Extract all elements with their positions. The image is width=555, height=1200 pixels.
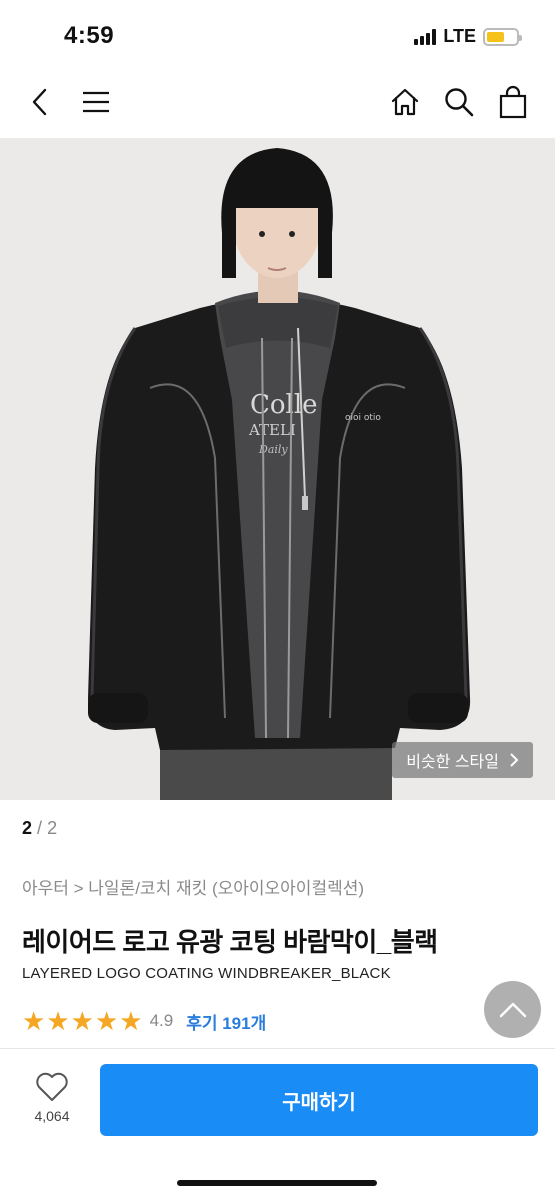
star-icon: ★ bbox=[94, 1006, 119, 1036]
home-indicator bbox=[177, 1180, 377, 1186]
cart-icon[interactable] bbox=[495, 84, 531, 120]
chevron-right-icon bbox=[510, 753, 519, 767]
total-pages: 2 bbox=[47, 818, 58, 838]
product-title: 레이어드 로고 유광 코팅 바람막이_블랙 bbox=[22, 927, 438, 957]
heart-icon bbox=[36, 1072, 68, 1101]
breadcrumb[interactable]: 아우터 > 나일론/코치 재킷 (오아이오아이컬렉션) bbox=[22, 874, 364, 899]
star-icon: ★ bbox=[70, 1006, 94, 1036]
reviews-link[interactable]: 후기 191개 bbox=[186, 1009, 266, 1034]
rating-row: ★ ★ ★ ★ ★ 4.9 후기 191개 bbox=[22, 1008, 266, 1034]
home-icon[interactable] bbox=[387, 84, 423, 120]
image-pager: 2 / 2 bbox=[22, 818, 57, 839]
battery-icon bbox=[483, 27, 522, 46]
svg-text:oioi otio: oioi otio bbox=[345, 413, 381, 423]
chevron-up-icon bbox=[499, 1002, 526, 1017]
similar-style-button[interactable]: 비슷한 스타일 bbox=[392, 742, 533, 778]
current-page: 2 bbox=[22, 818, 33, 838]
status-bar: 4:59 LTE bbox=[0, 0, 555, 70]
signal-icon bbox=[414, 28, 437, 45]
nav-bar bbox=[0, 70, 555, 138]
status-indicators: LTE bbox=[414, 26, 522, 47]
svg-text:ATELI: ATELI bbox=[248, 421, 296, 439]
product-photo: Colle ATELI Daily oioi otio bbox=[0, 138, 555, 800]
rating-stars: ★ ★ ★ ★ ★ bbox=[22, 1008, 143, 1034]
status-time: 4:59 bbox=[64, 22, 115, 49]
network-label: LTE bbox=[443, 26, 476, 46]
like-count: 4,064 bbox=[34, 1108, 70, 1124]
star-icon: ★ bbox=[119, 1006, 143, 1036]
divider bbox=[0, 1048, 555, 1049]
search-icon[interactable] bbox=[441, 84, 477, 120]
menu-icon[interactable] bbox=[78, 84, 114, 120]
buy-button[interactable]: 구매하기 bbox=[100, 1064, 538, 1136]
scroll-top-button[interactable] bbox=[484, 981, 541, 1038]
similar-style-label: 비슷한 스타일 bbox=[406, 754, 499, 771]
product-image[interactable]: Colle ATELI Daily oioi otio 비슷한 스타일 bbox=[0, 138, 555, 800]
like-button[interactable]: 4,064 bbox=[24, 1072, 80, 1132]
product-subtitle: LAYERED LOGO COATING WINDBREAKER_BLACK bbox=[22, 965, 391, 982]
svg-text:Colle: Colle bbox=[250, 390, 318, 420]
star-icon: ★ bbox=[46, 1006, 70, 1036]
rating-value: 4.9 bbox=[149, 1011, 174, 1030]
page-separator: / bbox=[37, 818, 43, 838]
star-icon: ★ bbox=[22, 1006, 46, 1036]
battery-level bbox=[487, 31, 504, 42]
back-icon[interactable] bbox=[22, 84, 58, 120]
